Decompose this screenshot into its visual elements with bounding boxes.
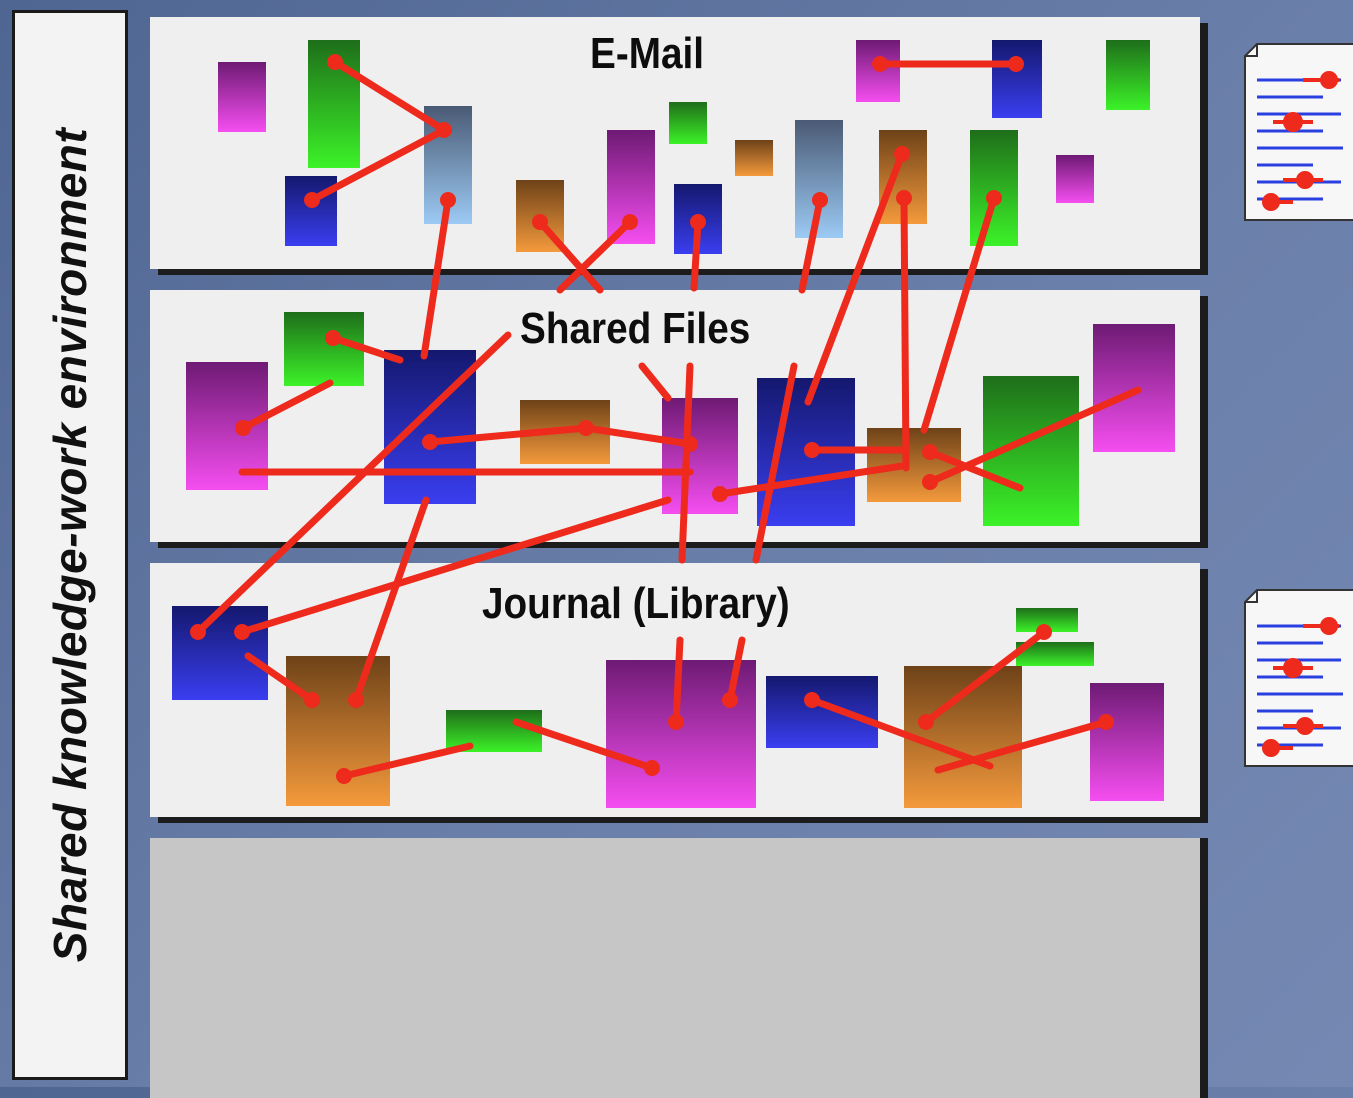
layer-empty (150, 838, 1200, 1098)
layer-title-shared-files: Shared Files (520, 304, 751, 353)
side-panel: Shared knowledge-work environment (12, 10, 128, 1080)
layer-email: E-Mail (150, 17, 1200, 269)
layer-title-email: E-Mail (590, 29, 705, 78)
layer-title-journal: Journal (Library) (482, 579, 790, 628)
layer-shared-files: Shared Files (150, 290, 1200, 542)
document-icon (1244, 43, 1353, 221)
document-icon (1244, 589, 1353, 767)
side-label: Shared knowledge-work environment (44, 127, 96, 963)
layer-journal: Journal (Library) (150, 563, 1200, 817)
